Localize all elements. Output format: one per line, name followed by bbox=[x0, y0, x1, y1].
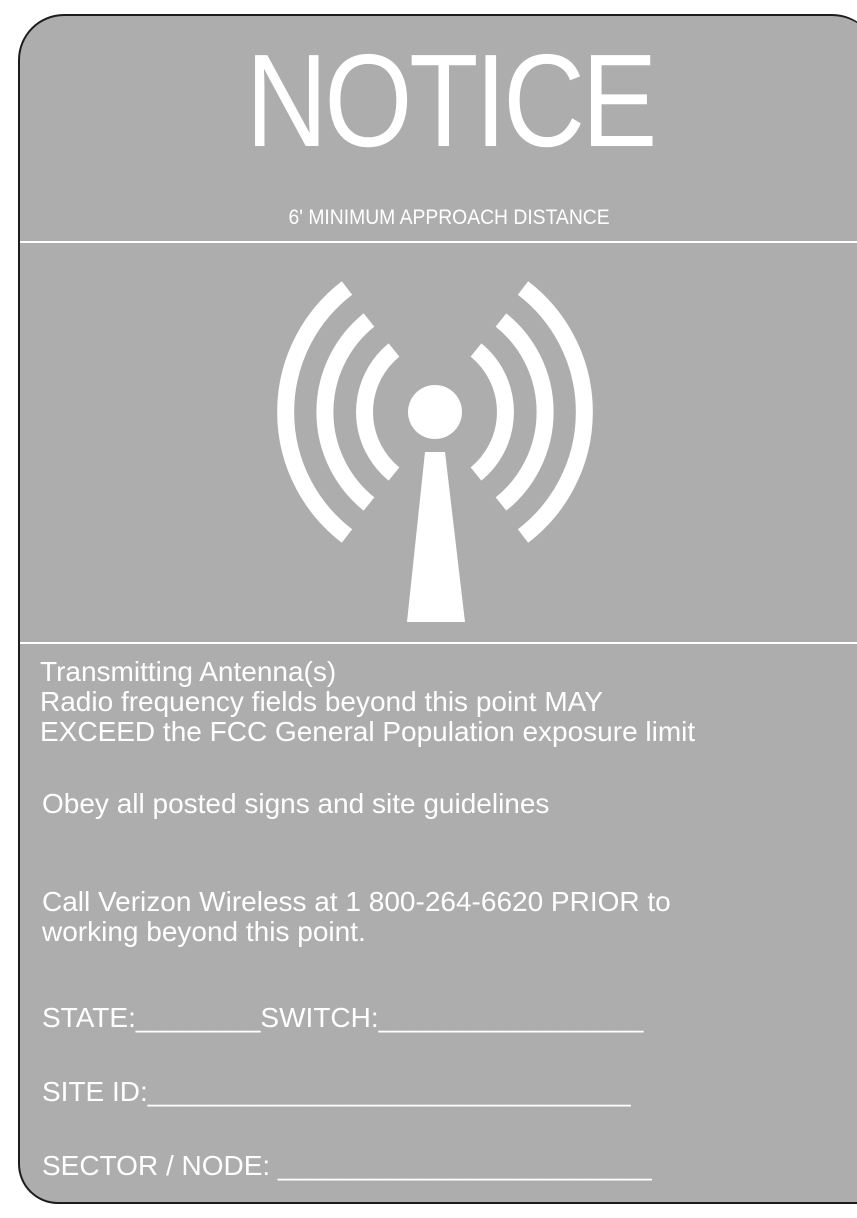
call-verizon-line-1: Call Verizon Wireless at 1 800-264-6620 … bbox=[42, 886, 671, 917]
state-switch-field: STATE:________SWITCH:_________________ bbox=[42, 1002, 644, 1033]
sign-title: NOTICE bbox=[245, 27, 658, 174]
radio-antenna-icon bbox=[277, 281, 593, 622]
sector-node-field: SECTOR / NODE: ________________________ bbox=[42, 1150, 652, 1181]
obey-signs-text: Obey all posted signs and site guideline… bbox=[42, 788, 550, 819]
notice-sign: NOTICE 6' MINIMUM APPROACH DISTANCE Tran… bbox=[18, 14, 857, 1204]
minimum-approach-distance: 6' MINIMUM APPROACH DISTANCE bbox=[288, 206, 610, 229]
bottom-divider bbox=[20, 642, 857, 644]
rf-warning-line-1: Radio frequency fields beyond this point… bbox=[40, 686, 603, 717]
transmitting-antennas-text: Transmitting Antenna(s) bbox=[40, 656, 337, 687]
call-verizon-line-2: working beyond this point. bbox=[42, 916, 366, 947]
top-divider bbox=[20, 241, 857, 243]
rf-warning-line-2: EXCEED the FCC General Population exposu… bbox=[40, 716, 696, 747]
site-id-field: SITE ID:_______________________________ bbox=[42, 1076, 631, 1107]
